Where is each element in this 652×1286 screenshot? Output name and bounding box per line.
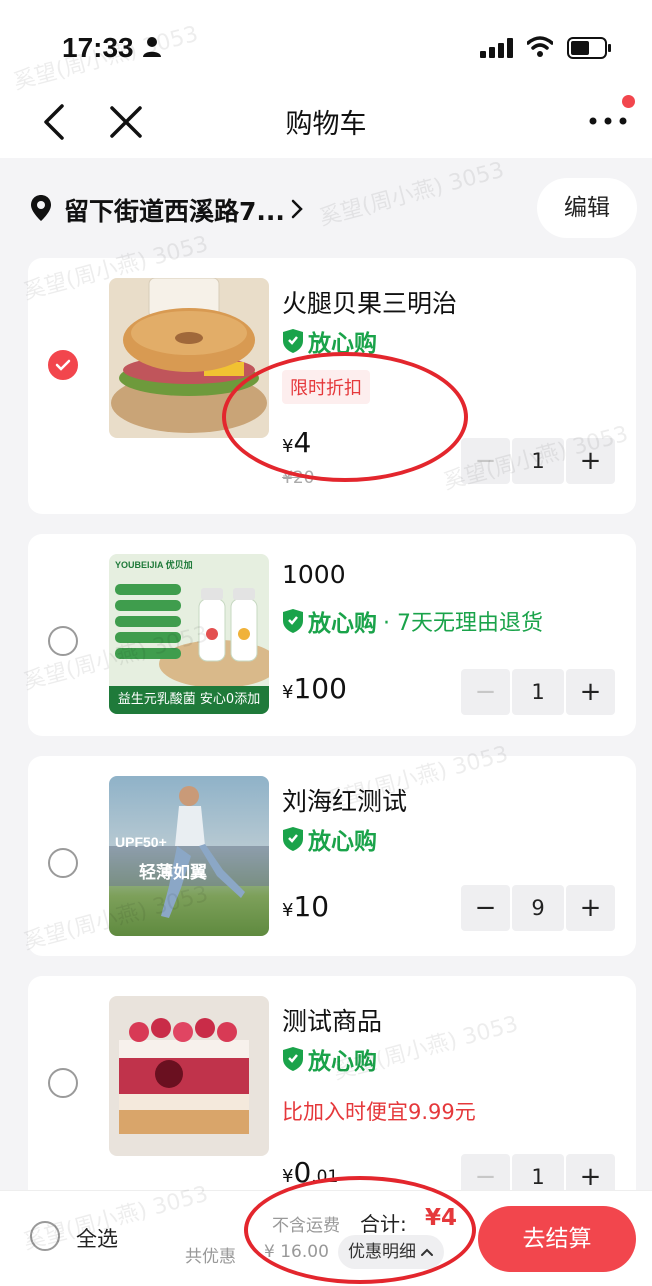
cart-item: YOUBEIJIA 优贝加 益生元乳酸菌 安心0添加 1000 放心购 · 7天…	[28, 534, 636, 736]
product-image[interactable]	[109, 996, 269, 1156]
cart-item: 火腿贝果三明治 放心购 限时折扣 ¥4 ¥20 − 1 +	[28, 258, 636, 514]
total-amount: ¥4	[425, 1205, 458, 1231]
assure-badge: 放心购	[282, 1044, 377, 1075]
assure-badge: 放心购	[282, 824, 377, 855]
person-icon	[143, 37, 161, 57]
quantity-value[interactable]: 9	[512, 885, 564, 931]
item-checkbox[interactable]	[48, 626, 78, 656]
check-icon	[55, 359, 71, 371]
address-row[interactable]: 留下街道西溪路7... 编辑	[0, 158, 652, 250]
product-price: ¥100	[282, 672, 347, 705]
discount-label: 共优惠	[185, 1247, 236, 1267]
discount-detail-label: 优惠明细	[348, 1242, 416, 1262]
quantity-stepper: − 9 +	[461, 885, 615, 931]
location-icon	[31, 195, 51, 221]
edit-button[interactable]: 编辑	[537, 178, 637, 238]
assure-label: 放心购	[308, 611, 377, 637]
discount-detail-button[interactable]: 优惠明细	[338, 1235, 444, 1269]
more-icon[interactable]	[588, 116, 628, 126]
nav-bar: 购物车	[0, 90, 652, 158]
runner-illustration	[109, 786, 269, 918]
status-time: 17:33	[62, 32, 134, 63]
assure-badge: 放心购	[282, 326, 377, 357]
item-checkbox[interactable]	[48, 1068, 78, 1098]
increase-button[interactable]: +	[566, 885, 615, 931]
quantity-stepper: − 1 +	[461, 438, 615, 484]
shield-icon	[283, 609, 303, 633]
quantity-value[interactable]: 1	[512, 669, 564, 715]
address-text[interactable]: 留下街道西溪路7...	[64, 192, 285, 228]
page-title: 购物车	[285, 109, 367, 140]
decrease-button[interactable]: −	[461, 438, 510, 484]
product-price: ¥4	[282, 426, 312, 459]
battery-icon	[567, 37, 611, 59]
select-all-label[interactable]: 全选	[76, 1223, 118, 1253]
item-checkbox[interactable]	[48, 848, 78, 878]
shipping-note: 不含运费	[272, 1216, 340, 1236]
shield-icon	[283, 827, 303, 851]
status-bar: 17:33	[0, 0, 652, 90]
product-title[interactable]: 测试商品	[282, 1002, 382, 1038]
thumb-text: UPF50+	[115, 834, 167, 850]
promo-tag: 限时折扣	[282, 370, 370, 404]
assure-badge: 放心购 · 7天无理由退货	[282, 606, 543, 637]
signal-icon	[480, 38, 513, 58]
product-title[interactable]: 1000	[282, 560, 346, 589]
item-checkbox[interactable]	[48, 350, 78, 380]
product-price: ¥0.01	[282, 1156, 339, 1189]
wifi-icon	[527, 36, 553, 57]
cart-item: 测试商品 放心购 比加入时便宜9.99元 ¥0.01 − 1 +	[28, 976, 636, 1206]
decrease-button[interactable]: −	[461, 669, 510, 715]
checkout-button[interactable]: 去结算	[478, 1206, 636, 1272]
product-image[interactable]: YOUBEIJIA 优贝加 益生元乳酸菌 安心0添加	[109, 554, 269, 714]
product-title[interactable]: 火腿贝果三明治	[282, 284, 457, 320]
return-policy: · 7天无理由退货	[383, 611, 543, 636]
product-image[interactable]: UPF50+ 轻薄如翼	[109, 776, 269, 936]
checkout-bar: 全选 不含运费 合计: ¥4 共优惠 ¥ 16.00 优惠明细 去结算	[0, 1190, 652, 1286]
product-title[interactable]: 刘海红测试	[282, 782, 407, 818]
increase-button[interactable]: +	[566, 669, 615, 715]
product-price: ¥10	[282, 890, 330, 923]
cake-illustration	[119, 1018, 249, 1134]
cart-item: UPF50+ 轻薄如翼 刘海红测试 放心购 ¥10 − 9 +	[28, 756, 636, 956]
assure-label: 放心购	[308, 331, 377, 357]
assure-label: 放心购	[308, 829, 377, 855]
decrease-button[interactable]: −	[461, 885, 510, 931]
chevron-right-icon	[291, 199, 303, 219]
original-price: ¥20	[282, 468, 315, 488]
discount-amount: ¥ 16.00	[264, 1242, 329, 1262]
thumb-text: 轻薄如翼	[139, 863, 207, 883]
chevron-up-icon	[421, 1248, 433, 1256]
quantity-stepper: − 1 +	[461, 669, 615, 715]
quantity-value[interactable]: 1	[512, 438, 564, 484]
increase-button[interactable]: +	[566, 438, 615, 484]
assure-label: 放心购	[308, 1049, 377, 1075]
select-all-checkbox[interactable]	[30, 1221, 60, 1251]
notification-dot	[622, 95, 635, 108]
total-label: 合计:	[360, 1212, 407, 1236]
shield-icon	[283, 1047, 303, 1071]
thumb-banner: 益生元乳酸菌 安心0添加	[109, 686, 269, 714]
product-image[interactable]	[109, 278, 269, 438]
shield-icon	[283, 329, 303, 353]
price-drop-note: 比加入时便宜9.99元	[282, 1100, 476, 1124]
bagel-illustration	[111, 278, 267, 433]
